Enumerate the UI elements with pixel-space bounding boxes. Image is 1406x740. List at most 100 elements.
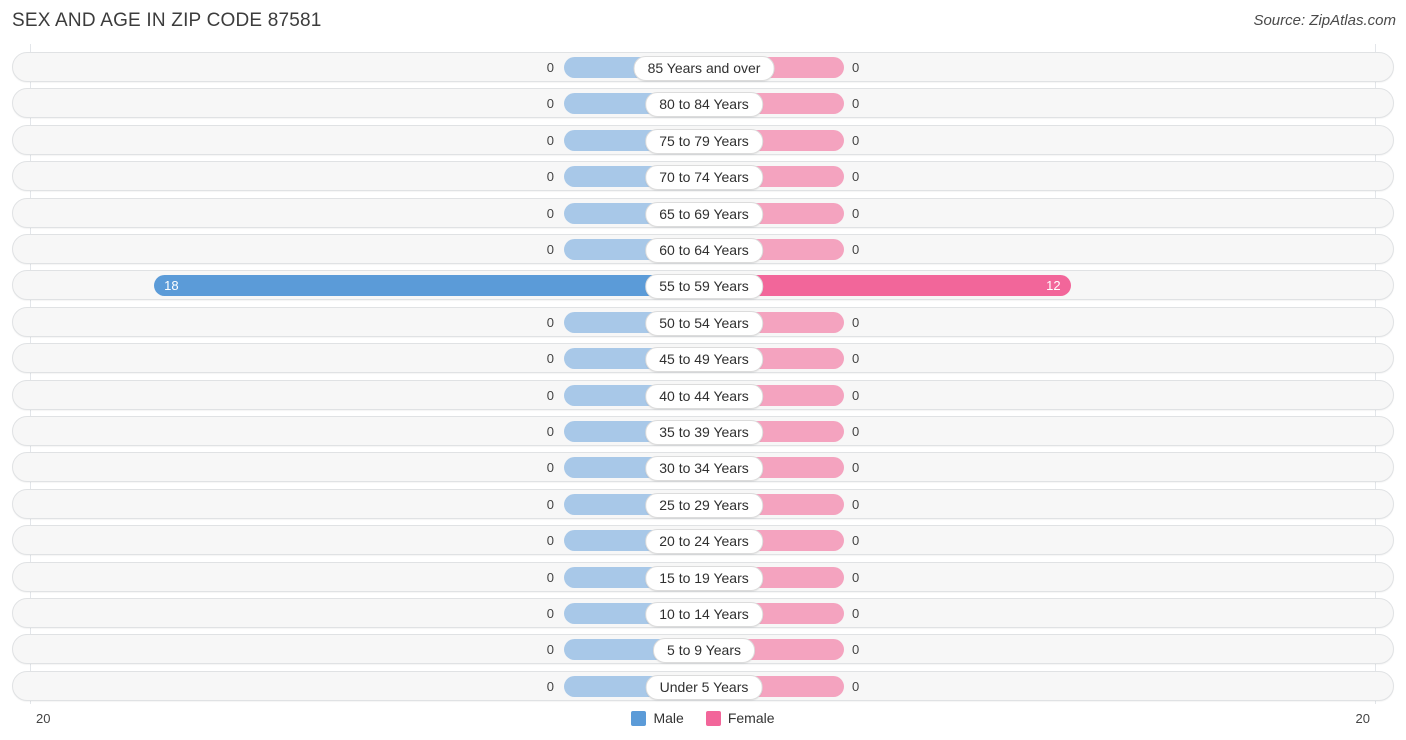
- bar-value-male: 0: [546, 642, 554, 658]
- bar-value-female: 0: [852, 242, 860, 257]
- age-group-label: 55 to 59 Years: [645, 274, 763, 300]
- bar-value-male: 0: [546, 314, 554, 330]
- table-row[interactable]: 0 0 35 to 39 Years: [12, 416, 1394, 446]
- bar-value-male: 18: [164, 278, 179, 294]
- row-inner: 0 0 50 to 54 Years: [13, 308, 1393, 336]
- table-row[interactable]: 0 0 40 to 44 Years: [12, 379, 1394, 410]
- age-group-label: Under 5 Years: [645, 674, 763, 700]
- bar-value-female: 0: [852, 96, 860, 112]
- table-row[interactable]: 0 0 15 to 19 Years: [12, 561, 1394, 592]
- chart-legend: Male Female: [0, 710, 1406, 726]
- age-group-label: 15 to 19 Years: [645, 565, 763, 591]
- legend-label-male: Male: [653, 710, 684, 726]
- bar-value-male: 0: [546, 678, 554, 694]
- bar-value-female: 12: [1046, 278, 1061, 294]
- legend-label-female: Female: [727, 710, 775, 726]
- bar-value-female: 0: [852, 606, 860, 621]
- bar-value-male: 0: [546, 387, 554, 403]
- bar-male[interactable]: 18: [154, 275, 704, 297]
- row-inner: 0 0 Under 5 Years: [13, 672, 1393, 700]
- bar-value-female: 0: [852, 169, 860, 185]
- age-group-label: 25 to 29 Years: [645, 492, 763, 518]
- age-group-label: 70 to 74 Years: [645, 165, 763, 191]
- chart-plot-area: 0 0 85 Years and over 0 0 80 to 84 Years 0 0 75 …: [0, 44, 1406, 704]
- bar-value-male: 0: [546, 460, 554, 476]
- bar-value-male: 0: [546, 606, 554, 621]
- age-group-label: 85 Years and over: [633, 56, 775, 81]
- bar-value-male: 0: [546, 242, 554, 257]
- bar-value-male: 0: [546, 132, 554, 148]
- row-inner: 0 0 30 to 34 Years: [13, 453, 1393, 482]
- table-row[interactable]: 0 0 70 to 74 Years: [12, 161, 1394, 192]
- bar-value-male: 0: [546, 569, 554, 585]
- table-row[interactable]: 0 0 30 to 34 Years: [12, 452, 1394, 483]
- table-row[interactable]: 0 0 50 to 54 Years: [12, 306, 1394, 337]
- bar-value-male: 0: [546, 60, 554, 75]
- table-row[interactable]: 0 0 Under 5 Years: [12, 670, 1394, 701]
- age-group-label: 50 to 54 Years: [645, 310, 763, 336]
- bar-value-female: 0: [852, 424, 860, 439]
- age-group-label: 20 to 24 Years: [645, 529, 763, 555]
- table-row[interactable]: 0 0 20 to 24 Years: [12, 525, 1394, 556]
- legend-swatch-male-icon: [631, 710, 647, 726]
- bar-value-female: 0: [852, 387, 860, 403]
- table-row[interactable]: 18 12 55 to 59 Years: [12, 270, 1394, 301]
- bar-value-male: 0: [546, 496, 554, 512]
- legend-item-female[interactable]: Female: [705, 710, 775, 726]
- table-row[interactable]: 0 0 80 to 84 Years: [12, 88, 1394, 119]
- bar-value-male: 0: [546, 351, 554, 367]
- bar-value-female: 0: [852, 351, 860, 367]
- bar-value-female: 0: [852, 460, 860, 476]
- bar-value-female: 0: [852, 642, 860, 658]
- row-inner: 18 12 55 to 59 Years: [13, 271, 1393, 300]
- chart-footer: 20 20 Male Female: [0, 704, 1406, 740]
- age-group-label: 35 to 39 Years: [645, 420, 763, 445]
- table-row[interactable]: 0 0 25 to 29 Years: [12, 488, 1394, 519]
- row-inner: 0 0 70 to 74 Years: [13, 162, 1393, 191]
- table-row[interactable]: 0 0 10 to 14 Years: [12, 598, 1394, 628]
- legend-item-male[interactable]: Male: [631, 710, 684, 726]
- row-inner: 0 0 10 to 14 Years: [13, 599, 1393, 627]
- age-group-label: 75 to 79 Years: [645, 128, 763, 154]
- age-group-label: 5 to 9 Years: [653, 638, 755, 664]
- bar-value-female: 0: [852, 60, 860, 75]
- bar-value-male: 0: [546, 533, 554, 549]
- table-row[interactable]: 0 0 5 to 9 Years: [12, 634, 1394, 665]
- bar-value-female: 0: [852, 496, 860, 512]
- bar-value-male: 0: [546, 169, 554, 185]
- row-inner: 0 0 5 to 9 Years: [13, 635, 1393, 664]
- table-row[interactable]: 0 0 45 to 49 Years: [12, 343, 1394, 374]
- bar-value-female: 0: [852, 314, 860, 330]
- row-inner: 0 0 45 to 49 Years: [13, 344, 1393, 373]
- age-group-label: 65 to 69 Years: [645, 201, 763, 227]
- row-inner: 0 0 35 to 39 Years: [13, 417, 1393, 445]
- page-title: SEX AND AGE IN ZIP CODE 87581: [12, 10, 322, 31]
- bar-value-male: 0: [546, 205, 554, 221]
- row-inner: 0 0 80 to 84 Years: [13, 89, 1393, 118]
- row-inner: 0 0 20 to 24 Years: [13, 526, 1393, 555]
- row-inner: 0 0 85 Years and over: [13, 53, 1393, 81]
- row-inner: 0 0 25 to 29 Years: [13, 490, 1393, 518]
- bar-value-female: 0: [852, 132, 860, 148]
- bar-value-female: 0: [852, 533, 860, 549]
- row-inner: 0 0 75 to 79 Years: [13, 126, 1393, 154]
- age-group-label: 10 to 14 Years: [645, 602, 763, 627]
- row-inner: 0 0 65 to 69 Years: [13, 199, 1393, 227]
- bar-value-female: 0: [852, 678, 860, 694]
- source-attribution: Source: ZipAtlas.com: [1253, 12, 1396, 29]
- table-row[interactable]: 0 0 85 Years and over: [12, 52, 1394, 82]
- bar-value-male: 0: [546, 424, 554, 439]
- row-inner: 0 0 15 to 19 Years: [13, 563, 1393, 591]
- age-group-label: 60 to 64 Years: [645, 238, 763, 263]
- table-row[interactable]: 0 0 60 to 64 Years: [12, 234, 1394, 264]
- age-group-label: 80 to 84 Years: [645, 92, 763, 118]
- row-inner: 0 0 40 to 44 Years: [13, 381, 1393, 409]
- age-group-label: 45 to 49 Years: [645, 347, 763, 373]
- chart-header: SEX AND AGE IN ZIP CODE 87581 Source: Zi…: [0, 0, 1406, 44]
- table-row[interactable]: 0 0 65 to 69 Years: [12, 197, 1394, 228]
- legend-swatch-female-icon: [705, 710, 721, 726]
- table-row[interactable]: 0 0 75 to 79 Years: [12, 124, 1394, 155]
- bar-value-male: 0: [546, 96, 554, 112]
- bar-value-female: 0: [852, 205, 860, 221]
- age-group-label: 40 to 44 Years: [645, 383, 763, 409]
